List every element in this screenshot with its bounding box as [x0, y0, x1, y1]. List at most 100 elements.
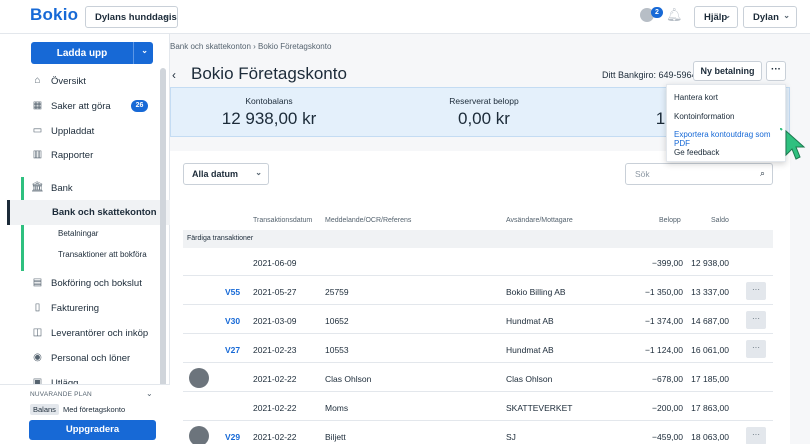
menu-item-hantera-kort[interactable]: Hantera kort — [674, 93, 718, 102]
row-reference: Moms — [325, 403, 349, 413]
company-selector[interactable]: Dylans hunddagis ⌄ — [85, 6, 178, 28]
sidebar-scrollbar[interactable] — [160, 68, 166, 398]
receipt-thumbnail[interactable] — [189, 368, 209, 388]
row-amount: −200,00 — [652, 403, 683, 413]
plan-tag: Balans — [30, 404, 59, 415]
sidebar-subitem-transaktioner[interactable]: Transaktioner att bokföra — [58, 250, 147, 259]
column-header: Avsändare/Mottagare — [506, 217, 573, 224]
sidebar-item-label: Uppladdat — [51, 126, 95, 137]
chart-icon: ▥ — [32, 149, 43, 160]
back-arrow-icon[interactable]: ‹ — [172, 68, 176, 82]
sidebar-item-label: Bokföring och bokslut — [51, 278, 142, 289]
breadcrumb[interactable]: Bank och skattekonton › Bokio Företagsko… — [170, 42, 331, 51]
menu-item-ge-feedback[interactable]: Ge feedback — [674, 148, 719, 157]
menu-item-export-pdf[interactable]: Exportera kontoutdrag som PDF — [674, 130, 785, 148]
plan-panel: NUVARANDE PLAN ⌄ Balans Med företagskont… — [0, 384, 170, 444]
chevron-down-icon[interactable]: ⌄ — [141, 46, 148, 55]
sidebar-item-label: Bank — [51, 183, 73, 194]
help-button[interactable]: Hjälp ⌄ — [694, 6, 738, 28]
bokio-logo[interactable]: Bokio — [30, 5, 78, 25]
menu-item-kontoinformation[interactable]: Kontoinformation — [674, 112, 734, 121]
todo-count-badge: 26 — [131, 100, 148, 112]
transactions-card: Alla datum ⌄ Sök ⌕ Transaktionsdatum Med… — [170, 151, 790, 444]
balance-label: Kontobalans — [245, 96, 293, 106]
row-amount: −1 350,00 — [644, 287, 683, 297]
row-date: 2021-03-09 — [253, 316, 297, 326]
verification-link[interactable]: V30 — [225, 316, 240, 326]
row-options-button[interactable]: ··· — [746, 282, 766, 300]
table-row[interactable]: V27 2021-02-23 10553 Hundmat AB −1 124,00 16 … — [183, 335, 773, 363]
balance-value: 0,00 kr — [458, 109, 510, 128]
chevron-down-icon: ⌄ — [163, 11, 170, 20]
row-balance: 16 061,00 — [691, 345, 729, 355]
balance-value: 12 938,00 kr — [221, 109, 317, 128]
user-menu-button[interactable]: Dylan ⌄ — [743, 6, 797, 28]
plan-label: NUVARANDE PLAN — [30, 391, 92, 398]
row-party: Clas Ohlson — [506, 374, 553, 384]
row-amount: −678,00 — [652, 374, 683, 384]
sidebar-item-label: Personal och löner — [51, 353, 131, 364]
verification-link[interactable]: V55 — [225, 287, 240, 297]
row-balance: 17 863,00 — [691, 403, 729, 413]
sidebar-item-personal[interactable]: ◉ Personal och löner — [0, 347, 160, 369]
column-header: Meddelande/OCR/Referens — [325, 217, 412, 224]
chevron-down-icon: ⌄ — [724, 11, 731, 20]
verification-link[interactable]: V29 — [225, 432, 240, 442]
search-placeholder: Sök — [635, 169, 650, 179]
sidebar-item-fakturering[interactable]: ▯ Fakturering — [0, 297, 160, 319]
search-input[interactable]: Sök ⌕ — [625, 163, 773, 185]
sidebar-item-saker-att-gora[interactable]: ▦ Saker att göra 26 — [0, 95, 160, 117]
row-party: Hundmat AB — [506, 316, 554, 326]
table-row[interactable]: V29 2021-02-22 Biljett SJ −459,00 18 063,00 ··… — [183, 422, 773, 444]
sidebar-item-bank[interactable]: 🏛︎ Bank — [0, 177, 160, 199]
receipt-thumbnail[interactable] — [189, 426, 209, 444]
notification-badge[interactable]: 2 — [651, 7, 663, 18]
upgrade-button[interactable]: Uppgradera — [29, 420, 156, 440]
sidebar-subitem-betalningar[interactable]: Betalningar — [58, 229, 98, 238]
sidebar-subitem-bank-och-skattekonton[interactable]: Bank och skattekonton — [7, 200, 170, 225]
sidebar-subitem-label: Bank och skattekonton — [52, 207, 157, 218]
sidebar-item-bokforing[interactable]: ▤ Bokföring och bokslut — [0, 272, 160, 294]
top-bar: Bokio Dylans hunddagis ⌄ 2 🔔︎ Hjälp ⌄ Dy… — [0, 0, 810, 34]
sidebar-item-label: Fakturering — [51, 303, 100, 314]
table-row[interactable]: 2021-02-22 Moms SKATTEVERKET −200,00 17 863,… — [183, 393, 773, 421]
row-date: 2021-06-09 — [253, 258, 297, 268]
plan-text: Med företagskonto — [63, 405, 126, 414]
table-row[interactable]: V55 2021-05-27 25759 Bokio Billing AB −1 350… — [183, 277, 773, 305]
bell-icon[interactable]: 🔔︎ — [666, 7, 683, 23]
table-row[interactable]: 2021-06-09 −399,00 12 938,00 — [183, 248, 773, 276]
row-options-button[interactable]: ··· — [746, 340, 766, 358]
book-icon: ▤ — [32, 277, 43, 288]
row-amount: −1 374,00 — [644, 316, 683, 326]
sidebar-item-uppladdat[interactable]: ▭ Uppladdat — [0, 120, 160, 142]
sidebar: Ladda upp ⌄ ⌂ Översikt ▦ Saker att göra … — [0, 34, 170, 444]
row-options-button[interactable]: ··· — [746, 427, 766, 444]
verification-link[interactable]: V27 — [225, 345, 240, 355]
sidebar-item-rapporter[interactable]: ▥ Rapporter — [0, 144, 160, 166]
date-filter-select[interactable]: Alla datum ⌄ — [183, 163, 269, 185]
row-reference: 10652 — [325, 316, 349, 326]
row-date: 2021-02-22 — [253, 432, 297, 442]
row-amount: −1 124,00 — [644, 345, 683, 355]
home-icon: ⌂ — [34, 75, 41, 86]
more-options-button[interactable]: ··· — [766, 61, 786, 81]
row-reference: Clas Ohlson — [325, 374, 372, 384]
bank-icon: 🏛︎ — [31, 182, 44, 193]
column-header: Belopp — [659, 217, 681, 224]
row-reference: 10553 — [325, 345, 349, 355]
row-date: 2021-05-27 — [253, 287, 297, 297]
chevron-down-icon[interactable]: ⌄ — [146, 389, 153, 398]
folder-icon: ▭ — [32, 125, 43, 136]
upload-button[interactable]: Ladda upp ⌄ — [31, 42, 153, 64]
sidebar-item-leverantorer[interactable]: ◫ Leverantörer och inköp — [0, 322, 160, 344]
page-title: Bokio Företagskonto — [191, 64, 347, 83]
row-options-button[interactable]: ··· — [746, 311, 766, 329]
new-payment-button[interactable]: Ny betalning — [693, 61, 762, 81]
sidebar-item-oversikt[interactable]: ⌂ Översikt — [0, 70, 160, 92]
table-row[interactable]: V30 2021-03-09 10652 Hundmat AB −1 374,00 14 … — [183, 306, 773, 334]
sidebar-item-label: Leverantörer och inköp — [51, 328, 149, 339]
row-date: 2021-02-22 — [253, 374, 297, 384]
group-row: Färdiga transaktioner — [183, 230, 773, 248]
table-row[interactable]: 2021-02-22 Clas Ohlson Clas Ohlson −678,00 1… — [183, 364, 773, 392]
column-header: Transaktionsdatum — [253, 217, 313, 224]
